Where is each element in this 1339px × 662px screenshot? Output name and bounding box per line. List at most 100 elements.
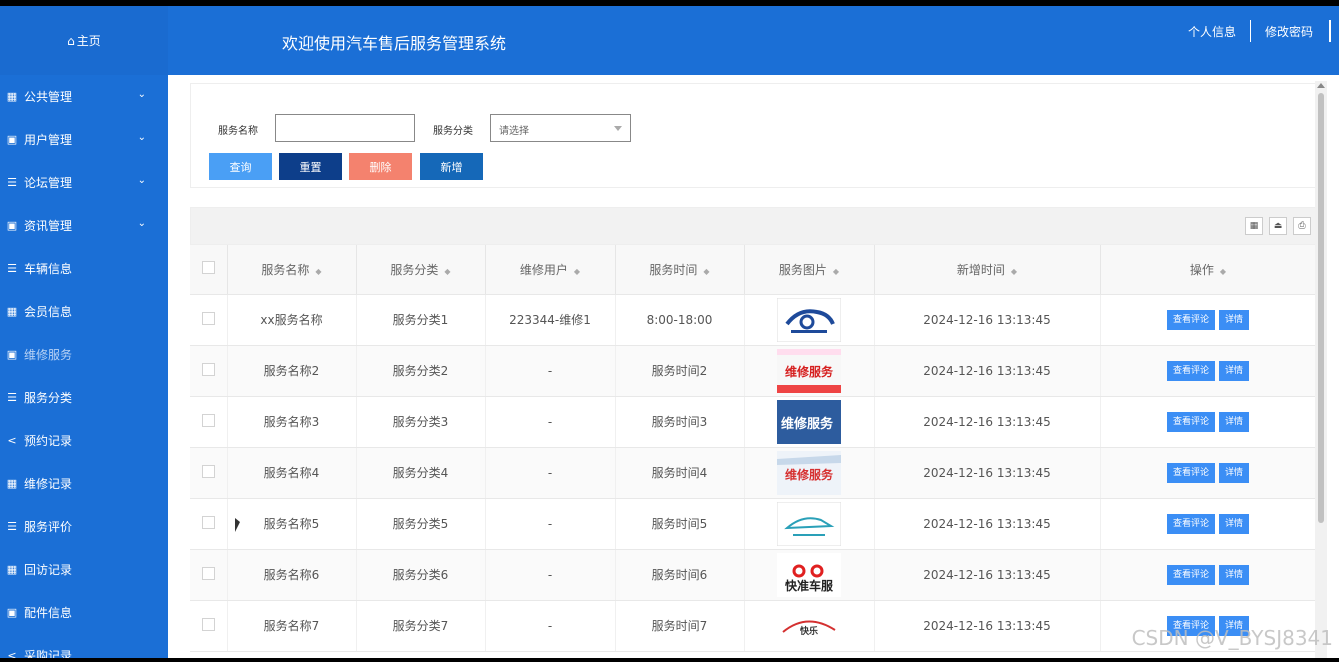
grid-icon: ▦: [6, 477, 18, 490]
cell-repair-user: 223344-维修1: [485, 294, 616, 346]
column-header[interactable]: 服务分类 ◆: [356, 245, 486, 295]
query-button[interactable]: 查询: [209, 153, 272, 180]
cell-service-category: 服务分类4: [356, 447, 486, 499]
service-table: 服务名称 ◆ 服务分类 ◆ 维修用户 ◆ 服务时间 ◆ 服务图片 ◆ 新增时间 ◆ 操作 ◆ …: [190, 245, 1317, 652]
list-icon: ☰: [7, 520, 17, 533]
details-button[interactable]: 详情: [1219, 513, 1250, 534]
view-comments-button[interactable]: 查看评论: [1166, 411, 1215, 432]
vertical-scrollbar[interactable]: [1315, 81, 1327, 658]
select-all-cell: [190, 245, 228, 295]
sidebar-item[interactable]: ▦ 回访记录: [0, 548, 168, 591]
chevron-down-icon: ⌄: [137, 218, 146, 229]
service-category-label: 服务分类: [433, 126, 473, 137]
sidebar-item[interactable]: ▣ 配件信息: [0, 591, 168, 634]
cell-service-category: 服务分类6: [356, 549, 486, 601]
sort-icon: ◆: [1219, 266, 1227, 276]
scroll-up-icon[interactable]: [1317, 83, 1325, 88]
sidebar-item[interactable]: ☰ 车辆信息: [0, 247, 168, 290]
details-button[interactable]: 详情: [1219, 360, 1250, 381]
column-header[interactable]: 服务图片 ◆: [744, 245, 875, 295]
sidebar-item[interactable]: ▣ 维修服务: [0, 333, 168, 376]
row-checkbox[interactable]: [201, 515, 215, 529]
sidebar-item[interactable]: < 采购记录: [0, 634, 168, 658]
sidebar-item-label: 服务分类: [24, 391, 73, 405]
row-checkbox[interactable]: [201, 566, 215, 580]
table-row[interactable]: 服务名称3 服务分类3- 服务时间3 维修服务 2024-12-16 13:13:45 查…: [190, 396, 1317, 448]
add-button[interactable]: 新增: [420, 153, 483, 180]
card-icon: ▣: [6, 219, 18, 232]
sidebar-item[interactable]: ▣ 用户管理 ⌄: [0, 118, 168, 161]
cell-service-time: 8:00-18:00: [615, 294, 745, 346]
table-row[interactable]: 服务名称2 服务分类2- 服务时间2 维修服务 2024-12-16 13:13:45 查…: [190, 345, 1317, 397]
service-image[interactable]: 维修服务: [777, 450, 841, 495]
details-button[interactable]: 详情: [1219, 309, 1250, 330]
service-image[interactable]: 快乐: [777, 603, 841, 648]
service-image[interactable]: [776, 297, 842, 342]
view-comments-button[interactable]: 查看评论: [1166, 513, 1215, 534]
cell-created-time: 2024-12-16 13:13:45: [874, 549, 1101, 601]
sidebar-item[interactable]: ▦ 公共管理 ⌄: [0, 75, 168, 118]
select-all-checkbox[interactable]: [201, 261, 215, 275]
row-checkbox[interactable]: [201, 311, 215, 325]
image-caption: 维修服务: [781, 416, 834, 432]
cell-service-category: 服务分类5: [356, 498, 486, 550]
sort-icon: ◆: [1010, 266, 1018, 276]
column-header[interactable]: 操作 ◆: [1100, 245, 1317, 295]
service-image[interactable]: [776, 501, 842, 546]
sidebar-item[interactable]: ▦ 会员信息: [0, 290, 168, 333]
table-row[interactable]: 服务名称6 服务分类6- 服务时间6 快准车服 2024-12-16 13:13:45 查…: [190, 549, 1317, 601]
cell-created-time: 2024-12-16 13:13:45: [874, 600, 1101, 652]
row-checkbox[interactable]: [201, 413, 215, 427]
change-password-link[interactable]: 修改密码: [1251, 23, 1327, 40]
service-name-input[interactable]: [275, 114, 415, 142]
row-checkbox[interactable]: [201, 617, 215, 631]
view-comments-button[interactable]: 查看评论: [1166, 564, 1215, 585]
sidebar-item-label: 预约记录: [24, 434, 73, 448]
table-row[interactable]: 服务名称5 服务分类5- 服务时间5 2024-12-16 13:13:45 查看评论详…: [190, 498, 1317, 550]
table-row[interactable]: xx服务名称 服务分类1 223344-维修1 8:00-18:00 2024-12-1…: [190, 294, 1317, 346]
service-category-select[interactable]: 请选择: [490, 114, 631, 142]
row-select-cell: [190, 294, 228, 346]
details-button[interactable]: 详情: [1219, 564, 1250, 585]
view-comments-button[interactable]: 查看评论: [1166, 360, 1215, 381]
column-header[interactable]: 服务时间 ◆: [615, 245, 745, 295]
column-header[interactable]: 维修用户 ◆: [485, 245, 616, 295]
cell-service-image: [744, 294, 875, 346]
details-button[interactable]: 详情: [1219, 411, 1250, 432]
service-image[interactable]: 维修服务: [777, 399, 841, 444]
delete-button[interactable]: 删除: [349, 153, 412, 180]
column-header[interactable]: 服务名称 ◆: [227, 245, 357, 295]
sidebar-item[interactable]: ▣ 资讯管理 ⌄: [0, 204, 168, 247]
reset-button[interactable]: 重置: [279, 153, 342, 180]
chevron-down-icon: ⌄: [137, 175, 146, 186]
sort-icon: ◆: [444, 266, 451, 276]
cell-service-name: xx服务名称: [227, 294, 357, 346]
sidebar-item[interactable]: ☰ 论坛管理 ⌄: [0, 161, 168, 204]
service-image[interactable]: 快准车服: [777, 552, 841, 597]
sort-icon: ◆: [315, 266, 322, 276]
data-table-panel: ▦ ⏏ ⎙ 服务名称◆ 服务分类◆ 维修用户◆ 服务时间◆ 服务图片◆: [190, 207, 1317, 658]
details-button[interactable]: 详情: [1219, 462, 1250, 483]
profile-link[interactable]: 个人信息: [1174, 23, 1250, 40]
sidebar-item[interactable]: < 预约记录: [0, 419, 168, 462]
sidebar-item-label: 配件信息: [24, 606, 73, 620]
table-row[interactable]: 服务名称4 服务分类4- 服务时间4 维修服务 2024-12-16 13:13:45 查…: [190, 447, 1317, 499]
sidebar-item-label: 服务评价: [24, 520, 73, 534]
view-comments-button[interactable]: 查看评论: [1166, 309, 1215, 330]
row-checkbox[interactable]: [201, 362, 215, 376]
sidebar-item[interactable]: ☰ 服务评价: [0, 505, 168, 548]
sidebar-item[interactable]: ☰ 服务分类: [0, 376, 168, 419]
mouse-cursor-icon: [235, 518, 240, 532]
scrollbar-thumb[interactable]: [1318, 93, 1324, 523]
view-comments-button[interactable]: 查看评论: [1166, 462, 1215, 483]
sidebar: ⌂ 主页 ▦ 公共管理 ⌄ ▣ 用户管理 ⌄ ☰ 论坛管理 ⌄ ▣ 资讯管理 ⌄ ☰ 车辆信息 ▦ 会员信息 ▣…: [0, 6, 168, 658]
export-icon[interactable]: ⏏: [1269, 217, 1287, 235]
cell-service-time: 服务时间3: [615, 396, 745, 448]
service-image[interactable]: 维修服务: [777, 348, 841, 393]
print-icon[interactable]: ⎙: [1293, 217, 1311, 235]
columns-icon[interactable]: ▦: [1245, 217, 1263, 235]
sidebar-home[interactable]: ⌂ 主页: [0, 6, 168, 75]
sidebar-item[interactable]: ▦ 维修记录: [0, 462, 168, 505]
row-checkbox[interactable]: [201, 464, 215, 478]
column-header[interactable]: 新增时间 ◆: [874, 245, 1101, 295]
